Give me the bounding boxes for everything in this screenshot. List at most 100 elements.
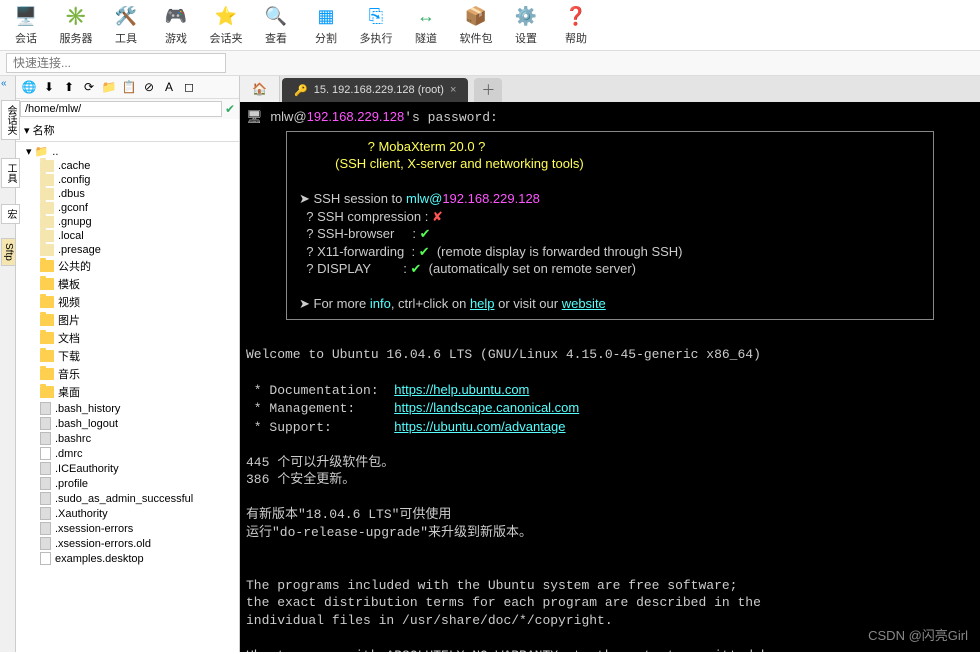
side-tab-会话夹[interactable]: 会话夹 — [1, 100, 20, 140]
toolbar-label: 会话夹 — [210, 30, 243, 46]
folder-item[interactable]: 图片 — [16, 311, 239, 329]
folder-item[interactable]: .config — [16, 173, 239, 187]
folder-icon — [40, 278, 54, 290]
file-name: .bashrc — [55, 433, 91, 445]
sftp-tool-icon[interactable]: 📋 — [121, 79, 137, 95]
folder-icon — [40, 386, 54, 398]
file-item[interactable]: .Xauthority — [16, 506, 239, 521]
folder-icon — [40, 174, 54, 186]
folder-item[interactable]: .presage — [16, 243, 239, 257]
folder-item[interactable]: .gnupg — [16, 215, 239, 229]
toolbar-会话夹[interactable]: ⭐ 会话夹 — [208, 4, 244, 46]
sftp-tool-icon[interactable]: ⬇ — [41, 79, 57, 95]
toolbar-设置[interactable]: ⚙️设置 — [508, 4, 544, 46]
toolbar-工具[interactable]: 🛠️工具 — [108, 4, 144, 46]
folder-item[interactable]: 桌面 — [16, 383, 239, 401]
folder-icon — [40, 296, 54, 308]
sftp-tool-icon[interactable]: ⊘ — [141, 79, 157, 95]
toolbar-label: 游戏 — [165, 30, 187, 46]
file-item[interactable]: examples.desktop — [16, 551, 239, 566]
toolbar-icon: ✳️ — [64, 4, 88, 28]
folder-name: .config — [58, 174, 90, 186]
toolbar-会话[interactable]: 🖥️会话 — [8, 4, 44, 46]
toolbar-label: 帮助 — [565, 30, 587, 46]
sftp-tool-icon[interactable]: A — [161, 79, 177, 95]
folder-item[interactable]: .local — [16, 229, 239, 243]
toolbar-游戏[interactable]: 🎮游戏 — [158, 4, 194, 46]
file-icon — [40, 522, 51, 535]
toolbar-隧道[interactable]: ↔隧道 — [408, 4, 444, 46]
folder-name: .gnupg — [58, 216, 92, 228]
file-item[interactable]: .xsession-errors.old — [16, 536, 239, 551]
toolbar-服务器[interactable]: ✳️服务器 — [58, 4, 94, 46]
sftp-tool-icon[interactable]: ◻ — [181, 79, 197, 95]
tab-session[interactable]: 🔑 15. 192.168.229.128 (root) × — [282, 78, 468, 102]
file-item[interactable]: .xsession-errors — [16, 521, 239, 536]
toolbar-软件包[interactable]: 📦软件包 — [458, 4, 494, 46]
tab-new[interactable]: ＋ — [474, 78, 502, 102]
toolbar-查看[interactable]: 🔍查看 — [258, 4, 294, 46]
toolbar-多执行[interactable]: ⎘多执行 — [358, 4, 394, 46]
sftp-tool-icon[interactable]: 🌐 — [21, 79, 37, 95]
toolbar-label: 分割 — [315, 30, 337, 46]
file-item[interactable]: .profile — [16, 476, 239, 491]
tab-close-icon[interactable]: × — [450, 84, 456, 96]
file-item[interactable]: .ICEauthority — [16, 461, 239, 476]
toolbar-icon: ⭐ — [214, 4, 238, 28]
folder-icon — [40, 260, 54, 272]
quick-connect-bar — [0, 51, 980, 76]
folder-item[interactable]: .cache — [16, 159, 239, 173]
toolbar-帮助[interactable]: ❓帮助 — [558, 4, 594, 46]
side-tab-工具[interactable]: 工具 — [1, 158, 20, 188]
toolbar-icon: ↔ — [414, 4, 438, 28]
folder-name: .presage — [58, 244, 101, 256]
file-icon — [40, 507, 51, 520]
toolbar-分割[interactable]: ▦分割 — [308, 4, 344, 46]
file-icon — [40, 492, 51, 505]
file-name: .sudo_as_admin_successful — [55, 493, 193, 505]
folder-name: 模板 — [58, 276, 80, 292]
file-icon — [40, 477, 51, 490]
file-tree: ▾ 📁 ...cache.config .dbus .gconf .gnupg .loc… — [16, 142, 239, 652]
terminal[interactable]: 🖥 mlw@192.168.229.128's password: ? Moba… — [240, 102, 980, 652]
folder-item[interactable]: 下载 — [16, 347, 239, 365]
folder-item[interactable]: .gconf — [16, 201, 239, 215]
folder-name: .dbus — [58, 188, 85, 200]
path-input[interactable] — [20, 101, 222, 117]
folder-name: 音乐 — [58, 366, 80, 382]
file-item[interactable]: .bash_logout — [16, 416, 239, 431]
file-item[interactable]: .bashrc — [16, 431, 239, 446]
folder-item[interactable]: 文档 — [16, 329, 239, 347]
file-name: examples.desktop — [55, 553, 144, 565]
toolbar-icon: ⎘ — [364, 4, 388, 28]
file-item[interactable]: .bash_history — [16, 401, 239, 416]
folder-item[interactable]: .dbus — [16, 187, 239, 201]
quick-connect-input[interactable] — [6, 53, 226, 73]
file-name: .xsession-errors — [55, 523, 133, 535]
folder-icon — [40, 188, 54, 200]
file-item[interactable]: .sudo_as_admin_successful — [16, 491, 239, 506]
path-ok-icon[interactable]: ✔ — [225, 102, 235, 116]
folder-name: 公共的 — [58, 258, 91, 274]
tab-home[interactable]: 🏠 — [240, 76, 280, 102]
side-tab-Sftp[interactable]: Sftp — [1, 238, 16, 266]
folder-name: .local — [58, 230, 84, 242]
tree-up[interactable]: ▾ 📁 .. — [16, 144, 239, 159]
sftp-tool-icon[interactable]: 📁 — [101, 79, 117, 95]
file-name: .ICEauthority — [55, 463, 119, 475]
folder-icon — [40, 160, 54, 172]
sftp-tool-icon[interactable]: ⟳ — [81, 79, 97, 95]
folder-item[interactable]: 公共的 — [16, 257, 239, 275]
collapse-icon[interactable]: « — [1, 78, 7, 89]
folder-item[interactable]: 音乐 — [16, 365, 239, 383]
toolbar-icon: 🖥️ — [14, 4, 38, 28]
sftp-tool-icon[interactable]: ⬆ — [61, 79, 77, 95]
file-name: .bash_history — [55, 403, 120, 415]
folder-name: 桌面 — [58, 384, 80, 400]
file-item[interactable]: .dmrc — [16, 446, 239, 461]
file-icon — [40, 552, 51, 565]
side-tab-宏[interactable]: 宏 — [1, 204, 20, 224]
folder-item[interactable]: 视频 — [16, 293, 239, 311]
folder-item[interactable]: 模板 — [16, 275, 239, 293]
folder-name: .gconf — [58, 202, 88, 214]
